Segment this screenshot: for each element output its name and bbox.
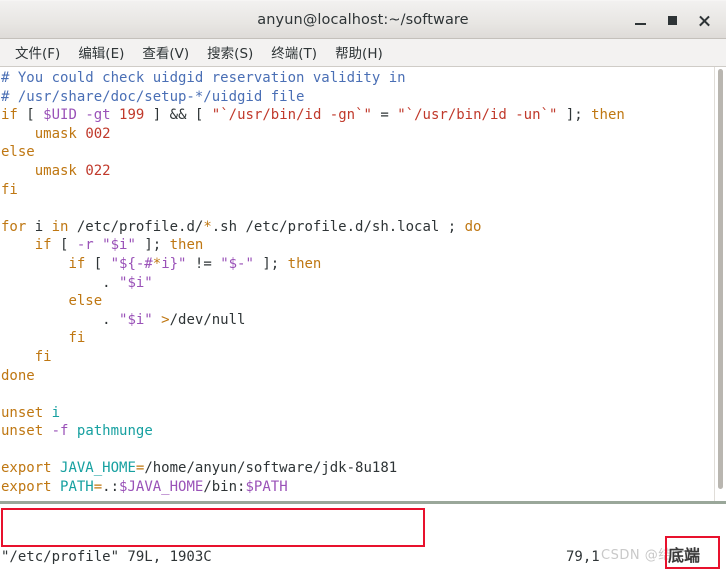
code-line-text: # /usr/share/doc/setup-*/uidgid file [1,88,305,105]
code-line: umask 022 [34,162,111,179]
window-title: anyun@localhost:~/software [257,11,469,28]
menu-item-terminal[interactable]: 终端(T) [262,40,326,65]
code-line: unset i [1,404,61,421]
title-bar: anyun@localhost:~/software [0,0,726,39]
code-line: unset -f pathmunge [1,423,153,440]
code-line-text: # You could check uidgid reservation val… [1,70,406,86]
code-line: if [ $UID -gt 199 ] && [ "`/usr/bin/id -… [1,107,625,124]
code-line-path: export PATH=.:$JAVA_HOME/bin:$PATH [1,479,288,496]
code-line: fi [68,330,86,347]
code-line: done [1,367,35,384]
code-line: if [ -r "$i" ]; then [34,237,204,254]
terminal-area[interactable]: # You could check uidgid reservation val… [0,67,726,569]
menu-item-help[interactable]: 帮助(H) [326,40,392,65]
terminal-scrollbar-thumb[interactable] [718,69,723,489]
terminal-text-buffer[interactable]: # You could check uidgid reservation val… [0,67,714,504]
code-line: else [1,144,35,161]
menu-item-search[interactable]: 搜索(S) [198,40,262,65]
code-line: # /usr/share/doc/setup-*/uidgid file [1,88,714,107]
export-lines-highlight-box [1,508,425,547]
menu-item-view[interactable]: 查看(V) [133,40,198,65]
maximize-icon [667,16,677,25]
code-line-java-home: export JAVA_HOME=/home/anyun/software/jd… [1,460,398,477]
bottom-annotation-label: 底端 [668,546,701,565]
menu-item-edit[interactable]: 编辑(E) [69,40,133,65]
code-line: else [68,293,103,310]
maximize-button[interactable] [656,6,688,36]
code-line: . "$i" >/dev/null [1,311,246,328]
window-controls [624,1,720,40]
code-line: for i in /etc/profile.d/*.sh /etc/profil… [1,218,482,235]
close-button[interactable] [688,6,720,36]
code-line: fi [34,348,52,365]
minimize-button[interactable] [624,6,656,36]
code-line: # You could check uidgid reservation val… [1,69,714,88]
terminal-window: anyun@localhost:~/software 文件(F) 编辑(E) 查… [0,0,726,569]
vim-cursor-position: 79,1 [566,549,600,565]
minimize-icon [634,23,646,25]
code-line: fi [1,181,18,198]
code-line: if [ "${-#*i}" != "$-" ]; then [68,255,322,272]
menu-item-file[interactable]: 文件(F) [6,40,69,65]
menu-bar: 文件(F) 编辑(E) 查看(V) 搜索(S) 终端(T) 帮助(H) [0,39,726,67]
terminal-scrollbar[interactable] [714,67,726,504]
vim-status-line: "/etc/profile" 79L, 1903C [1,549,212,565]
code-line: umask 002 [34,125,111,142]
close-icon [698,15,710,27]
code-line: . "$i" [1,274,153,291]
